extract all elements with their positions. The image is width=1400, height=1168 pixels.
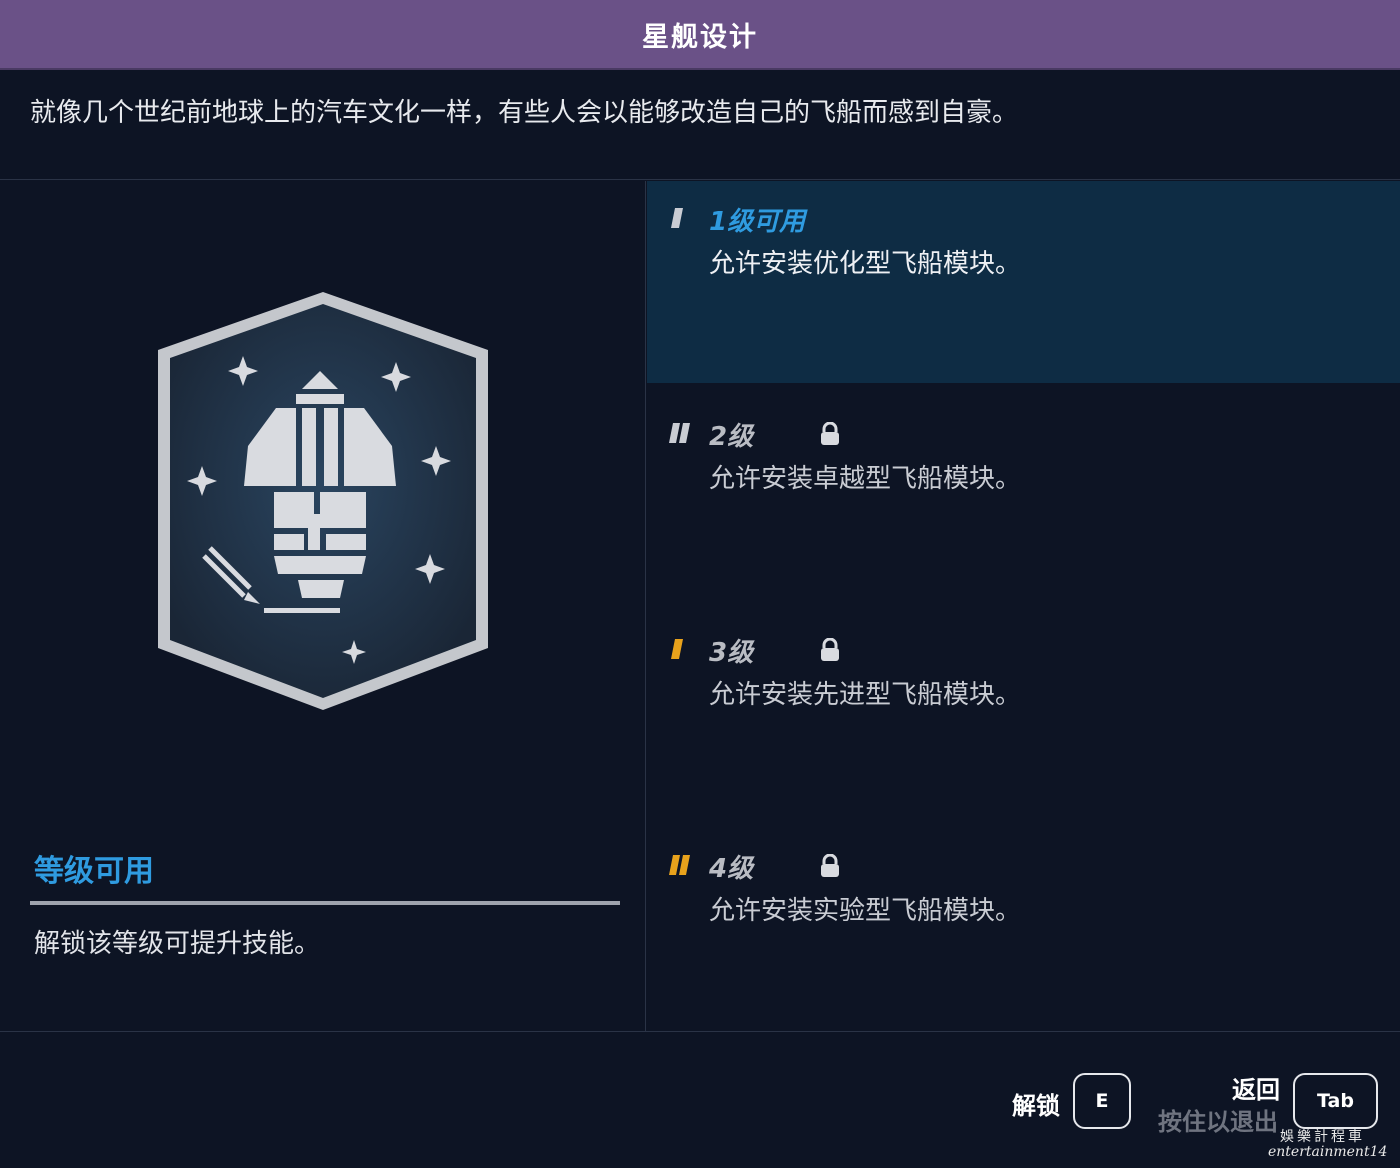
footer-controls: 解锁 E 返回 按住以退出 Tab bbox=[0, 1031, 1400, 1168]
status-title: 等级可用 bbox=[34, 854, 154, 889]
lock-icon bbox=[821, 854, 839, 877]
back-key-button[interactable]: Tab bbox=[1293, 1073, 1378, 1129]
rank-item-3[interactable]: 3级 允许安装先进型飞船模块。 bbox=[647, 612, 1400, 827]
divider bbox=[30, 901, 620, 905]
watermark-subtext: entertainment14 bbox=[1268, 1144, 1388, 1160]
rank-description: 允许安装优化型飞船模块。 bbox=[709, 249, 1022, 279]
hold-to-exit-label: 按住以退出 bbox=[1158, 1108, 1278, 1136]
starship-design-badge-icon bbox=[158, 292, 488, 710]
skill-description: 就像几个世纪前地球上的汽车文化一样，有些人会以能够改造自己的飞船而感到自豪。 bbox=[30, 98, 1019, 128]
unlock-label: 解锁 bbox=[1012, 1092, 1060, 1120]
rank-item-2[interactable]: 2级 允许安装卓越型飞船模块。 bbox=[647, 396, 1400, 611]
rank-label: 1级可用 bbox=[709, 207, 806, 237]
rank-3-marker-icon bbox=[671, 639, 683, 659]
rank-description: 允许安装卓越型飞船模块。 bbox=[709, 464, 1022, 494]
skill-overview-panel: 等级可用 解锁该等级可提升技能。 bbox=[0, 181, 646, 1031]
skill-description-panel: 就像几个世纪前地球上的汽车文化一样，有些人会以能够改造自己的飞船而感到自豪。 bbox=[0, 70, 1400, 180]
rank-list: 1级可用 允许安装优化型飞船模块。 2级 允许安装卓越型飞船模块。 3级 允许安… bbox=[647, 181, 1400, 1031]
rank-4-marker-icon bbox=[669, 855, 690, 875]
lock-icon bbox=[821, 422, 839, 445]
title-bar: 星舰设计 bbox=[0, 0, 1400, 70]
back-label: 返回 bbox=[1232, 1076, 1280, 1104]
watermark-text: 娛樂計程車 bbox=[1280, 1129, 1365, 1145]
rank-1-marker-icon bbox=[671, 208, 683, 228]
rank-label: 2级 bbox=[709, 422, 754, 452]
rank-label: 4级 bbox=[709, 854, 754, 884]
rank-2-marker-icon bbox=[669, 423, 690, 443]
rank-item-1[interactable]: 1级可用 允许安装优化型飞船模块。 bbox=[647, 181, 1400, 383]
status-description: 解锁该等级可提升技能。 bbox=[34, 929, 321, 959]
lock-icon bbox=[821, 638, 839, 661]
rank-label: 3级 bbox=[709, 638, 754, 668]
page-title: 星舰设计 bbox=[642, 21, 758, 53]
rank-item-4[interactable]: 4级 允许安装实验型飞船模块。 bbox=[647, 828, 1400, 1043]
rank-description: 允许安装先进型飞船模块。 bbox=[709, 680, 1022, 710]
rank-description: 允许安装实验型飞船模块。 bbox=[709, 896, 1022, 926]
unlock-key-button[interactable]: E bbox=[1073, 1073, 1131, 1129]
